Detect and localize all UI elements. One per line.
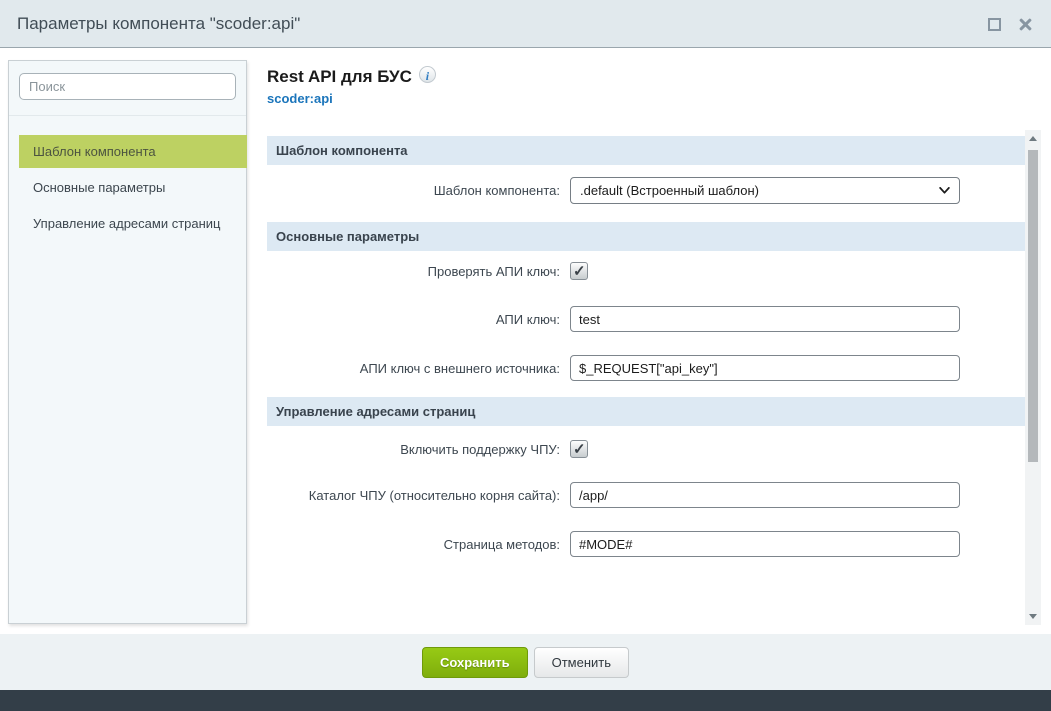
api-key-input[interactable] — [570, 306, 960, 332]
window-controls — [988, 0, 1033, 48]
sidebar-divider — [9, 115, 246, 116]
section-header-component-template: Шаблон компонента — [267, 136, 1025, 165]
cancel-button[interactable]: Отменить — [534, 647, 629, 678]
maximize-icon[interactable] — [988, 18, 1001, 31]
settings-sidebar: Шаблон компонента Основные параметры Упр… — [8, 60, 247, 624]
form-row-api-key: АПИ ключ: — [267, 306, 1025, 332]
form-row-template: Шаблон компонента: .default (Встроенный … — [267, 177, 1025, 204]
component-title: Rest API для БУС — [267, 67, 412, 87]
component-header: Rest API для БУС scoder:api — [267, 66, 436, 106]
form-row-api-key-external: АПИ ключ с внешнего источника: — [267, 355, 1025, 381]
component-code-link[interactable]: scoder:api — [267, 91, 436, 106]
sidebar-item-component-template[interactable]: Шаблон компонента — [19, 135, 247, 168]
dialog-title: Параметры компонента "scoder:api" — [17, 14, 300, 34]
field-label: Каталог ЧПУ (относительно корня сайта): — [267, 488, 570, 503]
field-label: АПИ ключ с внешнего источника: — [267, 361, 570, 376]
scroll-up-icon[interactable] — [1025, 131, 1041, 147]
field-label: Шаблон компонента: — [267, 183, 570, 198]
api-key-external-input[interactable] — [570, 355, 960, 381]
form-row-sef-folder: Каталог ЧПУ (относительно корня сайта): — [267, 482, 1025, 508]
form-row-sef-enable: Включить поддержку ЧПУ: — [267, 437, 1025, 461]
sidebar-menu: Шаблон компонента Основные параметры Упр… — [9, 135, 246, 240]
field-label: АПИ ключ: — [267, 312, 570, 327]
sef-enable-checkbox[interactable] — [570, 440, 588, 458]
search-input[interactable] — [19, 73, 236, 100]
vertical-scrollbar[interactable] — [1025, 130, 1041, 625]
field-label: Проверять АПИ ключ: — [267, 264, 570, 279]
dialog-footer: Сохранить Отменить — [0, 634, 1051, 690]
section-header-main-parameters: Основные параметры — [267, 222, 1025, 251]
sef-folder-input[interactable] — [570, 482, 960, 508]
methods-page-input[interactable] — [570, 531, 960, 557]
info-icon[interactable] — [419, 66, 436, 83]
sidebar-item-main-parameters[interactable]: Основные параметры — [19, 171, 247, 204]
scrollbar-thumb[interactable] — [1028, 150, 1038, 462]
check-api-key-checkbox[interactable] — [570, 262, 588, 280]
sidebar-item-url-management[interactable]: Управление адресами страниц — [19, 207, 247, 240]
close-icon[interactable] — [1017, 16, 1033, 32]
page-background-strip — [0, 690, 1051, 711]
save-button[interactable]: Сохранить — [422, 647, 528, 678]
template-select-value: .default (Встроенный шаблон) — [580, 183, 939, 198]
section-header-url-management: Управление адресами страниц — [267, 397, 1025, 426]
template-select[interactable]: .default (Встроенный шаблон) — [570, 177, 960, 204]
dialog-title-bar: Параметры компонента "scoder:api" — [0, 0, 1051, 48]
chevron-down-icon — [939, 187, 950, 194]
form-row-methods-page: Страница методов: — [267, 531, 1025, 557]
form-row-check-api-key: Проверять АПИ ключ: — [267, 259, 1025, 283]
form-scroll-area: Шаблон компонента Шаблон компонента: .de… — [267, 130, 1041, 625]
field-label: Страница методов: — [267, 537, 570, 552]
scroll-down-icon[interactable] — [1025, 608, 1041, 624]
field-label: Включить поддержку ЧПУ: — [267, 442, 570, 457]
